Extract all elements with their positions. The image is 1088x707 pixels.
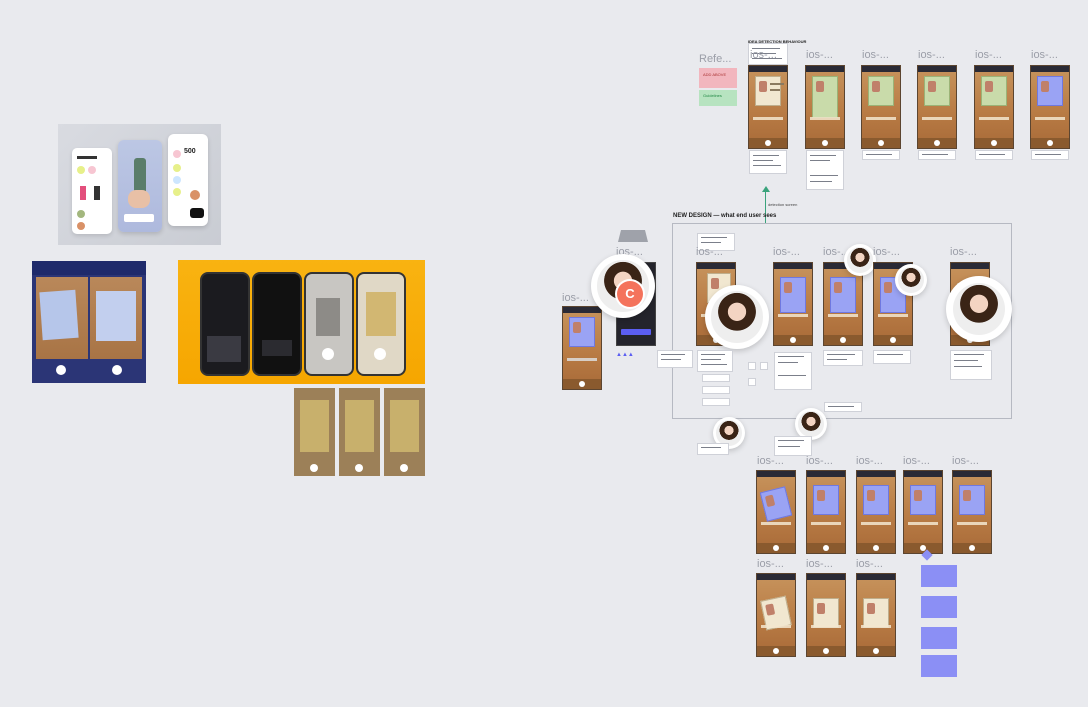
phone-bottom-2[interactable] — [806, 470, 846, 554]
connector-arrow-head — [762, 186, 770, 192]
frame-label-bot-7[interactable]: ios-... — [806, 558, 833, 570]
note-section-j — [950, 350, 992, 380]
frame-label-bot-5[interactable]: ios-... — [952, 455, 979, 467]
balance-value: 500 — [184, 148, 196, 155]
component-swatch-4[interactable] — [921, 655, 957, 677]
note-top-4 — [918, 150, 956, 160]
mockup-screen-hero — [118, 140, 162, 232]
note-top-2 — [806, 150, 844, 190]
phone-section-2[interactable] — [773, 262, 813, 346]
mockup-screen-wallet: 500 — [168, 134, 208, 226]
mini-dots: ▲▲▲ — [616, 352, 634, 358]
phone-dark-2 — [252, 272, 302, 376]
phone-top-1[interactable] — [748, 65, 788, 149]
reference-dino-scans[interactable] — [294, 388, 425, 476]
note-top-6 — [1031, 150, 1069, 160]
frame-label-bot-1[interactable]: ios-... — [757, 455, 784, 467]
frame-label-sec-5[interactable]: ios-... — [950, 246, 977, 258]
note-section-d — [748, 362, 756, 370]
sticky-green[interactable]: Guidelines — [699, 90, 737, 106]
phone-bottom-7[interactable] — [806, 573, 846, 657]
arrow-label: detection screen — [768, 202, 798, 207]
frame-label-bot-6[interactable]: ios-... — [757, 558, 784, 570]
note-section-h — [823, 350, 863, 366]
frame-label-top-3[interactable]: ios-... — [862, 49, 889, 61]
note-section-c — [702, 386, 730, 394]
phone-dark-1 — [200, 272, 250, 376]
phone-mid-left[interactable] — [562, 306, 602, 390]
frame-label-top-5[interactable]: ios-... — [975, 49, 1002, 61]
phone-top-5[interactable] — [974, 65, 1014, 149]
note-section-g — [774, 352, 812, 390]
note-below-1 — [697, 443, 729, 455]
note-top-1 — [749, 150, 787, 174]
phone-bottom-3[interactable] — [856, 470, 896, 554]
collaborator-avatar-c[interactable]: C — [617, 281, 643, 307]
frame-label-bot-8[interactable]: ios-... — [856, 558, 883, 570]
component-swatch-3[interactable] — [921, 627, 957, 649]
collaborator-avatar-section-3[interactable] — [844, 244, 876, 276]
note-section-l — [702, 398, 730, 406]
collaborator-avatar-section-1[interactable] — [705, 285, 769, 349]
reference-document-scanner[interactable] — [32, 261, 146, 383]
note-below-2 — [774, 436, 812, 456]
phone-scan-2 — [356, 272, 406, 376]
frame-label-top-1[interactable]: ios-... — [750, 49, 777, 61]
note-section-b — [702, 374, 730, 382]
component-swatch-2[interactable] — [921, 596, 957, 618]
reference-phones-yellow[interactable] — [178, 260, 425, 384]
phone-bottom-5[interactable] — [952, 470, 992, 554]
frame-label-sec-1[interactable]: ios-... — [696, 246, 723, 258]
frame-label-bot-2[interactable]: ios-... — [806, 455, 833, 467]
sticky-pink[interactable]: ADD ABOVE — [699, 68, 737, 88]
frame-label-top-6[interactable]: ios-... — [1031, 49, 1058, 61]
phone-bottom-4[interactable] — [903, 470, 943, 554]
phone-bottom-1[interactable] — [756, 470, 796, 554]
folder-tab — [618, 230, 648, 242]
phone-top-4[interactable] — [917, 65, 957, 149]
sticky-pink-text: ADD ABOVE — [703, 72, 727, 77]
phone-top-2[interactable] — [805, 65, 845, 149]
note-section-e — [760, 362, 768, 370]
collaborator-avatar-section-5[interactable] — [946, 276, 1012, 342]
note-top-3 — [862, 150, 900, 160]
phone-scan-1 — [304, 272, 354, 376]
frame-label-references[interactable]: Refe... — [699, 53, 731, 65]
reference-shopping-mockups[interactable]: 500 — [58, 124, 221, 245]
phone-top-3[interactable] — [861, 65, 901, 149]
phone-bottom-8[interactable] — [856, 573, 896, 657]
note-top-5 — [975, 150, 1013, 160]
phone-bottom-6[interactable] — [756, 573, 796, 657]
note-section-k — [824, 402, 862, 412]
shutter-button-right[interactable] — [112, 365, 122, 375]
frame-label-bot-4[interactable]: ios-... — [903, 455, 930, 467]
avatar-initial: C — [625, 286, 635, 301]
phone-top-6[interactable] — [1030, 65, 1070, 149]
scanned-card-left — [39, 289, 79, 341]
frame-label-bot-3[interactable]: ios-... — [856, 455, 883, 467]
note-mid-left — [657, 350, 693, 368]
sticky-green-text: Guidelines — [703, 93, 722, 98]
note-section-f — [748, 378, 756, 386]
frame-label-sec-2[interactable]: ios-... — [773, 246, 800, 258]
frame-label-sec-4[interactable]: ios-... — [873, 246, 900, 258]
shutter-button-left[interactable] — [56, 365, 66, 375]
collaborator-avatar-section-4[interactable] — [895, 264, 927, 296]
frame-label-top-2[interactable]: ios-... — [806, 49, 833, 61]
mockup-screen-list — [72, 148, 112, 234]
frame-label-mid-left[interactable]: ios-... — [562, 292, 589, 304]
note-section-i — [873, 350, 911, 364]
scanned-card-right — [96, 291, 136, 341]
section-title-new-design: NEW DESIGN — what end user sees — [673, 213, 777, 219]
frame-label-top-4[interactable]: ios-... — [918, 49, 945, 61]
note-section-a — [697, 350, 733, 372]
component-swatch-1[interactable] — [921, 565, 957, 587]
